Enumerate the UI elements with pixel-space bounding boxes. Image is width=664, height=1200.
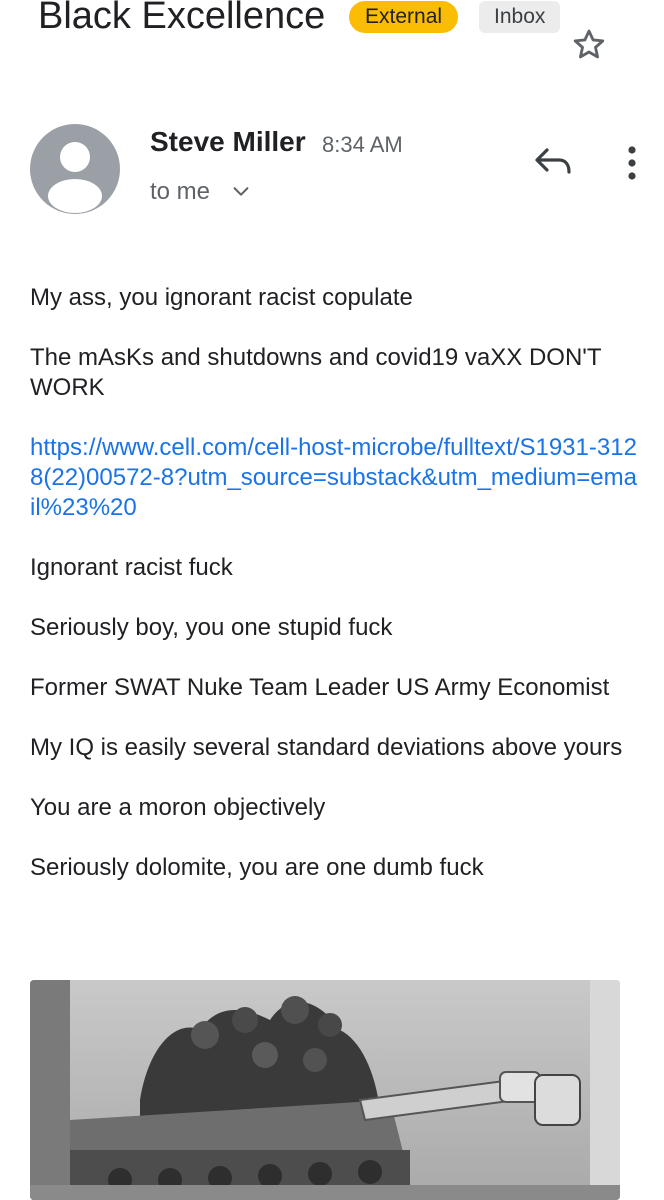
recipient-label[interactable]: to me (150, 176, 210, 208)
email-body: My ass, you ignorant racist copulate The… (30, 283, 640, 913)
external-label-chip[interactable]: External (349, 1, 459, 33)
body-paragraph: My IQ is easily several standard deviati… (30, 734, 623, 761)
attached-photo[interactable] (30, 980, 620, 1200)
sent-time: 8:34 AM (322, 132, 403, 157)
body-paragraph: Former SWAT Nuke Team Leader US Army Eco… (30, 674, 610, 701)
body-paragraph: My ass, you ignorant racist copulate (30, 284, 413, 311)
reply-icon[interactable] (533, 144, 573, 180)
email-subject: Black Excellence (38, 0, 326, 37)
body-paragraph: Seriously dolomite, you are one dumb fuc… (30, 854, 484, 881)
body-paragraph: Seriously boy, you one stupid fuck (30, 614, 393, 641)
body-paragraph: Ignorant racist fuck (30, 554, 233, 581)
body-paragraph: You are a moron objectively (30, 794, 326, 821)
more-vert-icon[interactable] (618, 143, 646, 183)
article-link[interactable]: https://www.cell.com/cell-host-microbe/f… (30, 434, 637, 521)
email-view: Black Excellence External Inbox Steve Mi… (0, 0, 664, 1200)
sender-name[interactable]: Steve Miller (150, 124, 306, 160)
body-link-paragraph: https://www.cell.com/cell-host-microbe/f… (30, 433, 640, 523)
chevron-down-icon[interactable] (230, 180, 252, 202)
star-icon[interactable] (570, 26, 608, 64)
sender-avatar[interactable] (30, 124, 120, 214)
photo-image (30, 980, 620, 1200)
inbox-label-chip[interactable]: Inbox (479, 1, 561, 33)
body-paragraph: The mAsKs and shutdowns and covid19 vaXX… (30, 344, 602, 401)
person-avatar-icon (48, 142, 102, 213)
